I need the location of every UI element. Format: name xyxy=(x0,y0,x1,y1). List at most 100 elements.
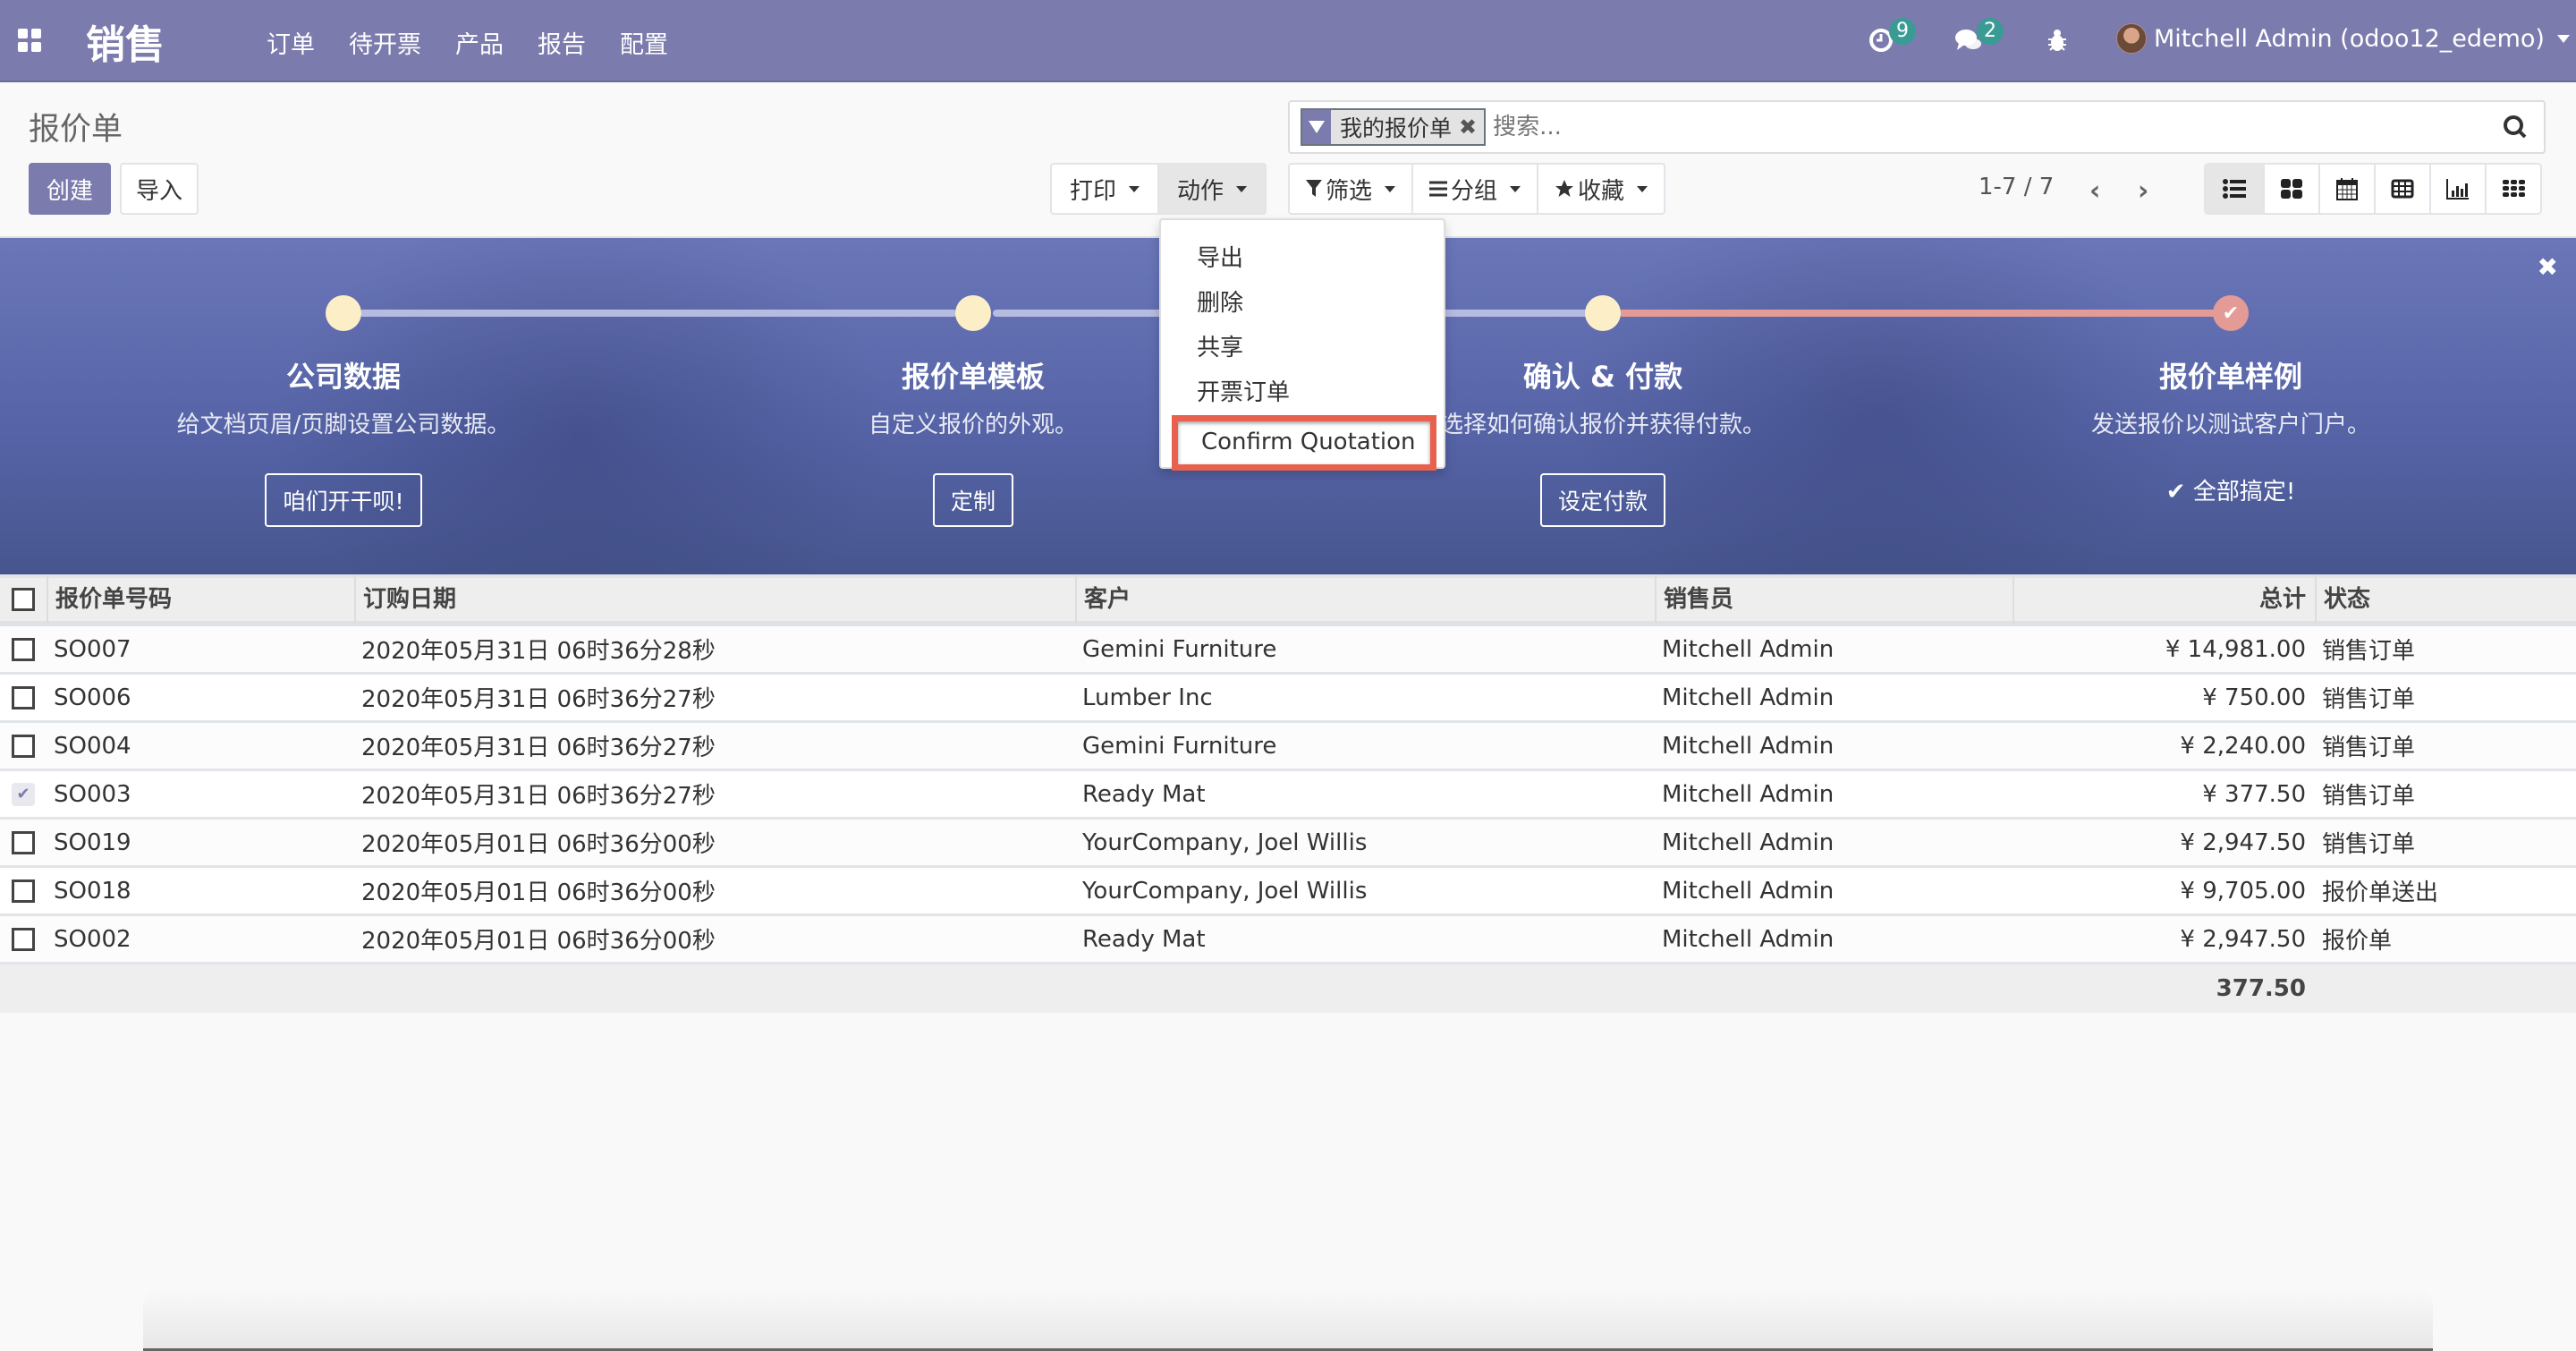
chevron-down-icon xyxy=(2556,34,2570,43)
cell-salesperson: Mitchell Admin xyxy=(1662,877,1835,905)
column-header-salesperson[interactable]: 销售员 xyxy=(1655,575,2012,624)
cell-customer: Ready Mat xyxy=(1082,925,1206,953)
menu-item-confirm-quotation[interactable]: Confirm Quotation xyxy=(1172,415,1436,471)
facet-remove-icon[interactable]: ✖ xyxy=(1459,115,1484,140)
cell-number: SO002 xyxy=(54,925,131,953)
table-row[interactable]: SO019 2020年05月01日 06时36分00秒 YourCompany,… xyxy=(0,820,2576,868)
print-dropdown[interactable]: 打印 xyxy=(1050,163,1160,215)
column-header-date[interactable]: 订购日期 xyxy=(354,575,1075,624)
table-row[interactable]: ✔ SO003 2020年05月31日 06时36分27秒 Ready Mat … xyxy=(0,771,2576,820)
table-row[interactable]: SO004 2020年05月31日 06时36分27秒 Gemini Furni… xyxy=(0,723,2576,771)
menu-item-delete[interactable]: 删除 xyxy=(1161,281,1444,326)
user-menu[interactable]: Mitchell Admin (odoo12_edemo) xyxy=(2116,23,2570,54)
row-checkbox[interactable] xyxy=(12,830,35,854)
cell-date: 2020年05月31日 06时36分27秒 xyxy=(361,735,716,761)
step-title: 公司数据 xyxy=(285,360,401,394)
close-icon[interactable]: ✖ xyxy=(2538,252,2558,282)
calendar-view-button[interactable] xyxy=(2318,165,2374,213)
bottom-shadow xyxy=(143,1288,2433,1351)
graph-view-button[interactable] xyxy=(2429,165,2485,213)
cell-number: SO006 xyxy=(54,684,131,711)
activities-button[interactable]: 9 xyxy=(1868,18,1916,54)
list-view-button[interactable] xyxy=(2206,165,2263,213)
apps-menu-icon[interactable] xyxy=(18,29,41,52)
cell-total: ¥ 750.00 xyxy=(2202,684,2306,711)
pivot-view-button[interactable] xyxy=(2374,165,2429,213)
message-count-badge: 2 xyxy=(1977,18,2004,45)
select-all-checkbox[interactable] xyxy=(12,588,35,611)
app-name: 销售 xyxy=(86,22,165,68)
table-row[interactable]: SO006 2020年05月31日 06时36分27秒 Lumber Inc M… xyxy=(0,675,2576,723)
menu-item-share[interactable]: 共享 xyxy=(1161,326,1444,370)
table-row[interactable]: SO002 2020年05月01日 06时36分00秒 Ready Mat Mi… xyxy=(0,916,2576,964)
grid-view-button[interactable] xyxy=(2485,165,2540,213)
row-checkbox[interactable] xyxy=(12,685,35,709)
menu-item-configuration[interactable]: 配置 xyxy=(620,25,668,60)
kanban-view-icon xyxy=(2281,179,2302,199)
step-title: 报价单样例 xyxy=(2158,360,2302,394)
messages-button[interactable]: 2 xyxy=(1953,18,2004,54)
table-row[interactable]: SO007 2020年05月31日 06时36分28秒 Gemini Furni… xyxy=(0,626,2576,675)
search-bar[interactable]: 我的报价单 ✖ xyxy=(1288,100,2546,154)
page-title: 报价单 xyxy=(29,112,123,148)
onboarding-step: 公司数据 给文档页眉/页脚设置公司数据。 咱们开干呗! xyxy=(30,354,657,527)
cell-customer: YourCompany, Joel Willis xyxy=(1082,877,1368,905)
menu-item-export[interactable]: 导出 xyxy=(1161,236,1444,281)
column-header-number[interactable]: 报价单号码 xyxy=(47,575,354,624)
search-input[interactable] xyxy=(1493,114,2544,140)
row-checkbox[interactable]: ✔ xyxy=(12,782,35,806)
column-header-total[interactable]: 总计 xyxy=(2012,575,2315,624)
step-button[interactable]: 定制 xyxy=(932,473,1013,527)
create-button[interactable]: 创建 xyxy=(29,163,111,215)
bug-icon xyxy=(2048,30,2066,51)
chevron-right-icon[interactable]: › xyxy=(2138,175,2148,207)
action-dropdown[interactable]: 动作 xyxy=(1159,163,1267,215)
cell-date: 2020年05月31日 06时36分28秒 xyxy=(361,638,716,665)
menu-item-products[interactable]: 产品 xyxy=(455,25,504,60)
favorites-label: 收藏 xyxy=(1578,177,1625,205)
pager-value[interactable]: 1-7 / 7 xyxy=(1979,174,2054,200)
grid-icon xyxy=(2503,180,2525,197)
cell-customer: Ready Mat xyxy=(1082,780,1206,808)
favorites-dropdown[interactable]: 收藏 xyxy=(1538,163,1666,215)
kanban-view-button[interactable] xyxy=(2263,165,2318,213)
step-button[interactable]: 咱们开干呗! xyxy=(265,473,422,527)
cell-total: ¥ 9,705.00 xyxy=(2180,877,2306,905)
progress-track xyxy=(1619,310,2227,317)
progress-track xyxy=(360,310,957,317)
bar-chart-icon xyxy=(2446,179,2469,200)
table-header: 报价单号码 订购日期 客户 销售员 总计 状态 xyxy=(0,574,2576,626)
action-dropdown-menu: 导出 删除 共享 开票订单 Confirm Quotation xyxy=(1159,218,1445,471)
row-checkbox[interactable] xyxy=(12,734,35,758)
table-row[interactable]: SO018 2020年05月01日 06时36分00秒 YourCompany,… xyxy=(0,868,2576,916)
row-checkbox[interactable] xyxy=(12,879,35,903)
debug-button[interactable] xyxy=(2046,27,2068,54)
row-checkbox[interactable] xyxy=(12,637,35,661)
step-done-label: ✔ 全部搞定! xyxy=(2166,473,2296,506)
import-button[interactable]: 导入 xyxy=(120,163,199,215)
step-button[interactable]: 设定付款 xyxy=(1539,473,1665,527)
menu-item-reporting[interactable]: 报告 xyxy=(538,25,586,60)
footer-total: 377.50 xyxy=(2216,975,2306,1002)
top-navbar: 销售 订单 待开票 产品 报告 配置 9 2 Mitchell Admin (o… xyxy=(0,0,2576,82)
onboarding-step: 报价单样例 发送报价以测试客户门户。 ✔ 全部搞定! xyxy=(1918,354,2544,506)
caret-down-icon xyxy=(1510,185,1521,192)
cell-salesperson: Mitchell Admin xyxy=(1662,732,1835,760)
column-header-customer[interactable]: 客户 xyxy=(1075,575,1655,624)
column-header-status[interactable]: 状态 xyxy=(2315,575,2576,624)
filter-icon xyxy=(1306,180,1322,197)
filter-dropdown[interactable]: 筛选 xyxy=(1288,163,1414,215)
chevron-left-icon[interactable]: ‹ xyxy=(2089,175,2100,207)
search-facet: 我的报价单 ✖ xyxy=(1301,108,1487,146)
search-icon[interactable] xyxy=(2503,115,2528,140)
step-description: 给文档页眉/页脚设置公司数据。 xyxy=(176,412,511,438)
menu-item-to-invoice[interactable]: 待开票 xyxy=(349,25,421,60)
cell-salesperson: Mitchell Admin xyxy=(1662,828,1835,856)
row-checkbox[interactable] xyxy=(12,927,35,951)
main-menu: 订单 待开票 产品 报告 配置 xyxy=(267,25,702,60)
groupby-dropdown[interactable]: 分组 xyxy=(1413,163,1539,215)
menu-item-orders[interactable]: 订单 xyxy=(267,25,315,60)
print-action-group: 打印 动作 xyxy=(1050,163,1267,215)
menu-item-invoice-orders[interactable]: 开票订单 xyxy=(1161,370,1444,415)
activity-count-badge: 9 xyxy=(1889,18,1916,45)
